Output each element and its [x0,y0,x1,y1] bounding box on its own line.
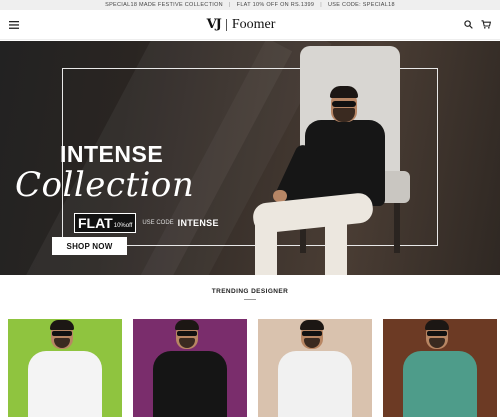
hero-model-illustration [245,86,395,275]
announcement-item-2: FLAT 10% OFF ON RS.1399 [236,2,315,8]
hero-subtitle: Collection [15,165,195,205]
logo-mark: VJ [206,17,222,32]
product-shirt [28,351,102,417]
promo-banner: FLAT 10%off USE CODE INTENSE [74,213,219,233]
promo-code: INTENSE [177,218,219,228]
product-card[interactable] [383,319,497,417]
code-label: USE CODE [142,220,174,226]
menu-icon[interactable] [8,19,20,31]
product-shirt [403,351,477,417]
section-title: TRENDING DESIGNER [211,288,289,295]
flat-discount-badge: FLAT 10%off [74,213,137,233]
logo-divider [225,18,227,31]
product-card[interactable] [8,319,122,417]
brand-name: Foomer [231,16,276,32]
shop-now-button[interactable]: SHOP NOW [52,237,127,255]
hero-title: INTENSE [60,141,164,167]
site-logo[interactable]: VJ Foomer [207,17,276,33]
announcement-bar: SPECIAL18 MADE FESTIVE COLLECTION | FLAT… [0,0,500,10]
product-card[interactable] [258,319,372,417]
product-shirt [153,351,227,417]
search-icon[interactable] [462,19,474,31]
discount-label: 10%off [113,223,133,229]
flat-label: FLAT [78,215,113,231]
announcement-separator: | [320,2,323,8]
cart-icon[interactable] [480,19,492,31]
announcement-item-1: SPECIAL18 MADE FESTIVE COLLECTION [105,2,223,8]
product-shirt [278,351,352,417]
trending-products [8,319,497,417]
site-header: VJ Foomer [0,10,500,40]
announcement-separator: | [228,2,231,8]
section-underline [244,299,256,300]
announcement-item-3: USE CODE: SPECIAL18 [328,2,395,8]
product-card[interactable] [133,319,247,417]
